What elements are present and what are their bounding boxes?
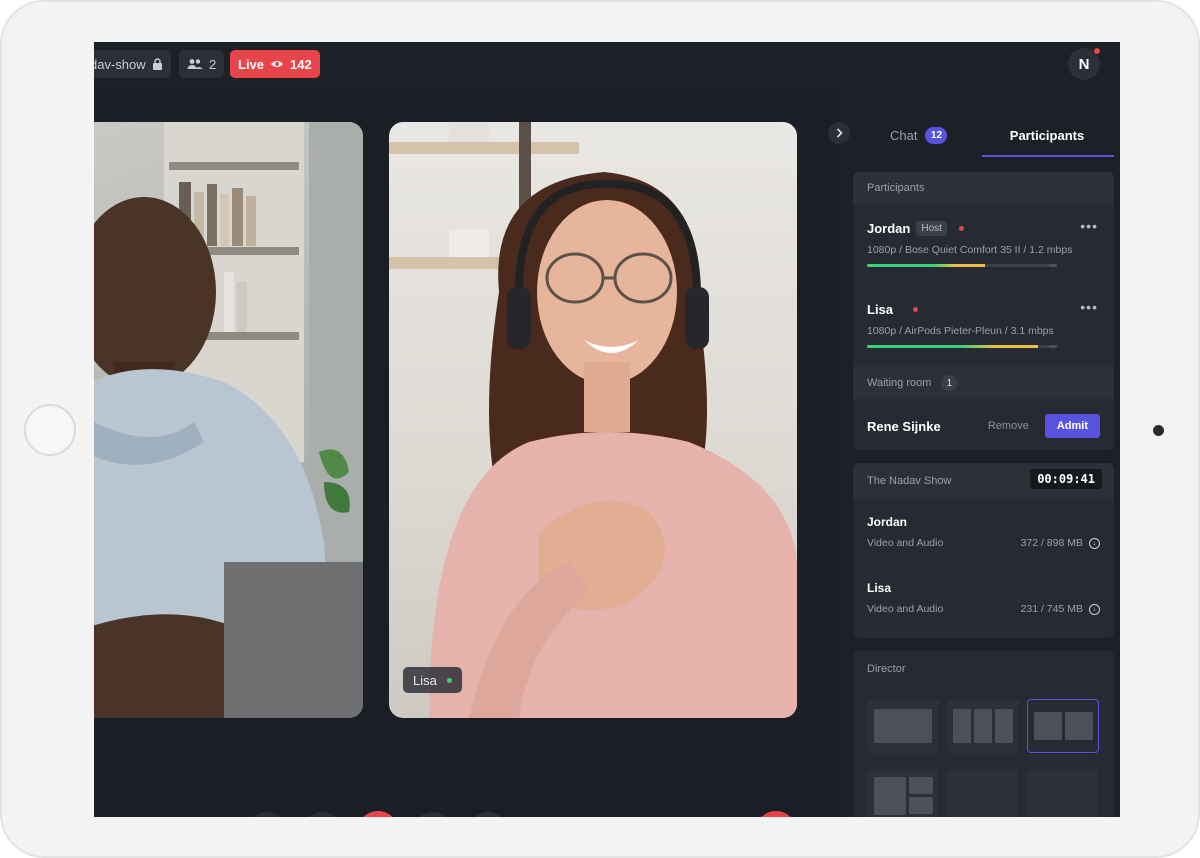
video-tile-lisa[interactable]: Lisa <box>389 122 797 718</box>
top-bar: dav-show 2 Live 142 N <box>94 42 1120 94</box>
audio-level-handle[interactable] <box>1049 264 1057 267</box>
tab-chat[interactable]: Chat 12 <box>890 114 948 156</box>
layout-option-empty[interactable] <box>1027 769 1099 817</box>
waiting-room-label: Waiting room <box>867 377 932 389</box>
tab-participants-label: Participants <box>1009 127 1085 143</box>
audio-level-handle[interactable] <box>1049 345 1057 348</box>
collapse-sidebar-button[interactable] <box>828 122 850 144</box>
admit-button[interactable]: Admit <box>1044 414 1100 438</box>
participant-stream-detail: 1080p / AirPods Pieter-Pleun / 3.1 mbps <box>867 325 1054 337</box>
participant-name-label: Lisa <box>413 672 437 688</box>
live-badge[interactable]: Live 142 <box>230 50 320 78</box>
waiting-room-count: 1 <box>941 375 958 391</box>
participants-count: 2 <box>209 56 217 72</box>
share-screen-button[interactable] <box>247 812 287 817</box>
download-icon[interactable]: ↓ <box>1089 537 1100 549</box>
room-name-chip[interactable]: dav-show <box>94 50 171 78</box>
recording-size: 372 / 898 MB <box>1020 537 1083 549</box>
viewers-count: 142 <box>290 56 312 72</box>
app-screen: dav-show 2 Live 142 N Lisa Chat 12 Parti… <box>94 42 1120 817</box>
director-panel-header: Director <box>853 651 1114 687</box>
recording-participant-name: Jordan <box>867 515 908 529</box>
layout-option-three-columns[interactable] <box>947 699 1019 753</box>
camera-button[interactable] <box>468 812 508 817</box>
recording-row: Jordan Video and Audio 372 / 898 MB ↓ <box>867 515 1100 549</box>
tab-participants[interactable]: Participants <box>982 114 1112 156</box>
show-title: The Nadav Show <box>867 475 952 487</box>
eye-icon <box>271 61 284 67</box>
participant-stream-detail: 1080p / Bose Quiet Comfort 35 II / 1.2 m… <box>867 244 1073 256</box>
participant-name: Lisa <box>867 301 894 317</box>
audio-level-meter <box>867 264 1057 267</box>
recording-dot <box>958 225 964 231</box>
layout-option-grid[interactable] <box>867 769 939 817</box>
participants-count-chip[interactable]: 2 <box>179 50 225 78</box>
video-tile-jordan[interactable] <box>94 122 363 718</box>
audio-level-meter <box>867 345 1057 348</box>
camera-lens <box>1153 425 1164 436</box>
home-button[interactable] <box>24 404 76 456</box>
participant-row[interactable]: Lisa ••• 1080p / AirPods Pieter-Pleun / … <box>867 299 1100 348</box>
volume-button[interactable] <box>413 812 453 817</box>
recording-type: Video and Audio <box>867 603 944 615</box>
audio-level-fill <box>867 345 1038 348</box>
recording-size: 231 / 745 MB <box>1020 603 1083 615</box>
live-label: Live <box>238 56 265 72</box>
lock-icon <box>152 58 162 70</box>
recording-panel: The Nadav Show 00:09:41 Jordan Video and… <box>853 463 1114 638</box>
more-options-icon[interactable]: ••• <box>1080 299 1098 315</box>
host-badge: Host <box>916 220 947 236</box>
more-options-icon[interactable]: ••• <box>1080 218 1098 234</box>
director-panel: Director <box>853 651 1114 817</box>
hang-up-button[interactable] <box>755 811 797 817</box>
layout-option-side-by-side[interactable] <box>1027 699 1099 753</box>
participant-video-lisa <box>389 122 797 718</box>
avatar-initial: N <box>1078 55 1090 73</box>
participant-name-tag: Lisa <box>403 667 462 693</box>
people-icon <box>187 59 203 69</box>
director-title: Director <box>867 663 906 675</box>
tab-chat-label: Chat <box>890 127 918 143</box>
recording-row: Lisa Video and Audio 231 / 745 MB ↓ <box>867 581 1100 615</box>
remove-button[interactable]: Remove <box>988 420 1029 432</box>
chat-unread-badge: 12 <box>925 126 948 144</box>
participant-video-jordan <box>94 122 363 718</box>
download-icon[interactable]: ↓ <box>1089 603 1100 615</box>
stop-recording-button[interactable] <box>357 811 399 817</box>
room-name: dav-show <box>94 56 146 72</box>
audio-active-dot <box>446 677 452 683</box>
participant-name: Jordan <box>867 220 911 236</box>
active-tab-indicator <box>982 155 1114 157</box>
recording-dot <box>913 306 919 312</box>
waiting-room-header: Waiting room 1 <box>853 367 1114 399</box>
recording-participant-name: Lisa <box>867 581 892 595</box>
participants-panel-title: Participants <box>867 182 925 194</box>
recording-type: Video and Audio <box>867 537 944 549</box>
participants-panel: Participants Jordan Host ••• 1080p / Bos… <box>853 172 1114 450</box>
layout-option-single[interactable] <box>867 699 939 753</box>
notification-dot <box>1094 48 1100 54</box>
audio-level-fill <box>867 264 985 267</box>
waiting-person-name: Rene Sijnke <box>867 418 941 434</box>
video-stage: Lisa <box>94 94 840 817</box>
microphone-button[interactable] <box>302 812 342 817</box>
chevron-right-icon <box>836 128 843 138</box>
waiting-room-row: Rene Sijnke Remove Admit <box>867 413 1100 439</box>
participants-panel-header: Participants <box>853 172 1114 204</box>
layout-option-empty[interactable] <box>947 769 1019 817</box>
participant-row[interactable]: Jordan Host ••• 1080p / Bose Quiet Comfo… <box>867 218 1100 267</box>
recording-timer: 00:09:41 <box>1030 469 1102 489</box>
